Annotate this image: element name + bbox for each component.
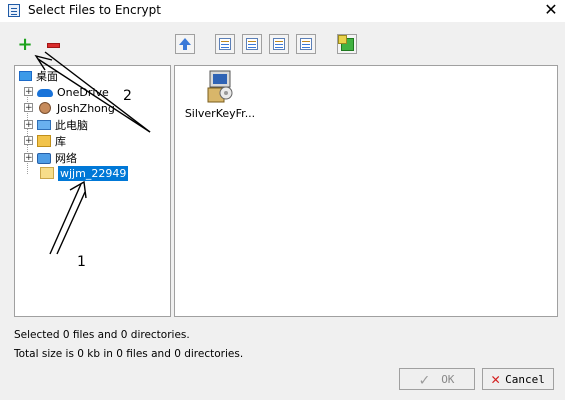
arrow-2-line-b xyxy=(44,51,151,133)
arrow-1-line-a xyxy=(49,183,82,255)
arrow-1-line-b xyxy=(56,191,86,255)
annotation-arrows xyxy=(34,51,151,255)
annotation-2: 2 xyxy=(123,88,132,104)
arrow-2-line-a xyxy=(37,58,151,133)
annotation-1: 1 xyxy=(77,254,86,270)
